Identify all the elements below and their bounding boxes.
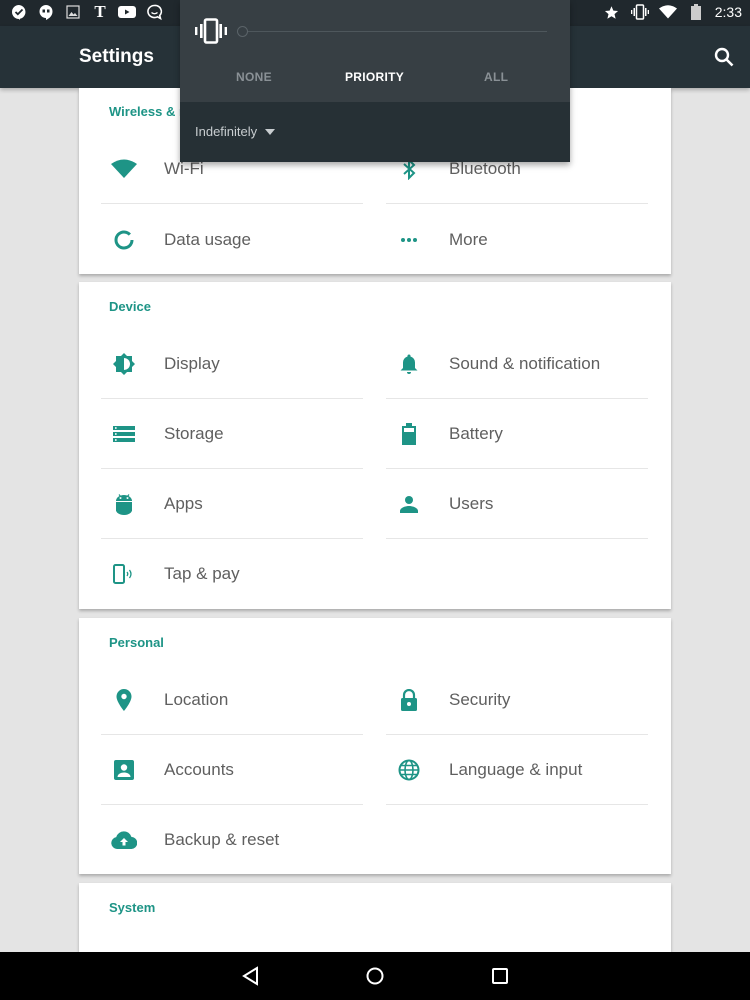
setting-backup-reset[interactable]: Backup & reset [101, 805, 363, 875]
tap-pay-icon [104, 554, 144, 594]
setting-more[interactable]: More [386, 205, 648, 275]
storage-icon [104, 414, 144, 454]
setting-accounts[interactable]: Accounts [101, 735, 363, 805]
setting-storage[interactable]: Storage [101, 399, 363, 469]
duration-dropdown[interactable]: Indefinitely [195, 124, 276, 139]
android-icon [104, 484, 144, 524]
person-icon [389, 484, 429, 524]
volume-panel: NONE PRIORITY ALL Indefinitely [180, 0, 570, 162]
volume-panel-top: NONE PRIORITY ALL [180, 0, 570, 102]
setting-users[interactable]: Users [386, 469, 648, 539]
home-icon [366, 967, 384, 985]
section-personal: Personal Location Security Accounts Lang… [79, 618, 671, 874]
notification-icons: T [10, 2, 163, 21]
section-system: System [79, 883, 671, 963]
vibrate-icon [630, 3, 649, 21]
volume-slider-track[interactable] [243, 31, 547, 32]
search-icon [714, 47, 734, 67]
data-usage-icon [104, 220, 144, 260]
section-device: Device Display Sound & notification Stor… [79, 282, 671, 609]
nytimes-icon: T [94, 2, 106, 21]
mode-all[interactable]: ALL [484, 70, 508, 84]
home-button[interactable] [363, 964, 387, 988]
setting-apps[interactable]: Apps [101, 469, 363, 539]
gallery-icon [64, 3, 82, 21]
hangouts-icon [37, 3, 55, 21]
volume-slider-thumb[interactable] [237, 26, 248, 37]
star-icon [603, 3, 621, 21]
lock-icon [389, 680, 429, 720]
recents-button[interactable] [488, 964, 512, 988]
setting-language-input[interactable]: Language & input [386, 735, 648, 805]
wifi-icon [104, 149, 144, 189]
clock: 2:33 [714, 4, 742, 20]
dropdown-arrow-icon [265, 128, 276, 135]
location-pin-icon [104, 680, 144, 720]
wifi-icon [658, 3, 677, 21]
setting-security[interactable]: Security [386, 665, 648, 735]
recents-icon [492, 968, 508, 984]
section-header-wireless: Wireless & n [109, 104, 187, 119]
battery-icon [687, 3, 705, 21]
settings-list: Wireless & n Wi-Fi Bluetooth Data usage … [79, 88, 671, 963]
chat-bubble-icon [145, 3, 163, 21]
section-header-personal: Personal [109, 635, 164, 650]
bell-icon [389, 344, 429, 384]
setting-sound-notification[interactable]: Sound & notification [386, 329, 648, 399]
setting-battery[interactable]: Battery [386, 399, 648, 469]
more-icon [389, 220, 429, 260]
section-header-system: System [109, 900, 156, 915]
mode-priority[interactable]: PRIORITY [345, 70, 404, 84]
duration-label: Indefinitely [195, 124, 258, 139]
cloud-upload-icon [104, 820, 144, 860]
battery-icon [389, 414, 429, 454]
brightness-icon [104, 344, 144, 384]
mode-none[interactable]: NONE [236, 70, 272, 84]
youtube-icon [118, 3, 136, 21]
search-button[interactable] [712, 45, 736, 69]
system-icons: 2:33 [603, 3, 742, 21]
setting-display[interactable]: Display [101, 329, 363, 399]
setting-data-usage[interactable]: Data usage [101, 205, 363, 275]
section-header-device: Device [109, 299, 151, 314]
vibrate-icon[interactable] [194, 18, 228, 49]
globe-icon [389, 750, 429, 790]
page-title: Settings [79, 46, 154, 67]
setting-location[interactable]: Location [101, 665, 363, 735]
back-button[interactable] [239, 964, 263, 988]
account-box-icon [104, 750, 144, 790]
navigation-bar [0, 952, 750, 1000]
back-icon [242, 966, 258, 986]
setting-tap-pay[interactable]: Tap & pay [101, 539, 363, 609]
inbox-check-icon [10, 3, 28, 21]
